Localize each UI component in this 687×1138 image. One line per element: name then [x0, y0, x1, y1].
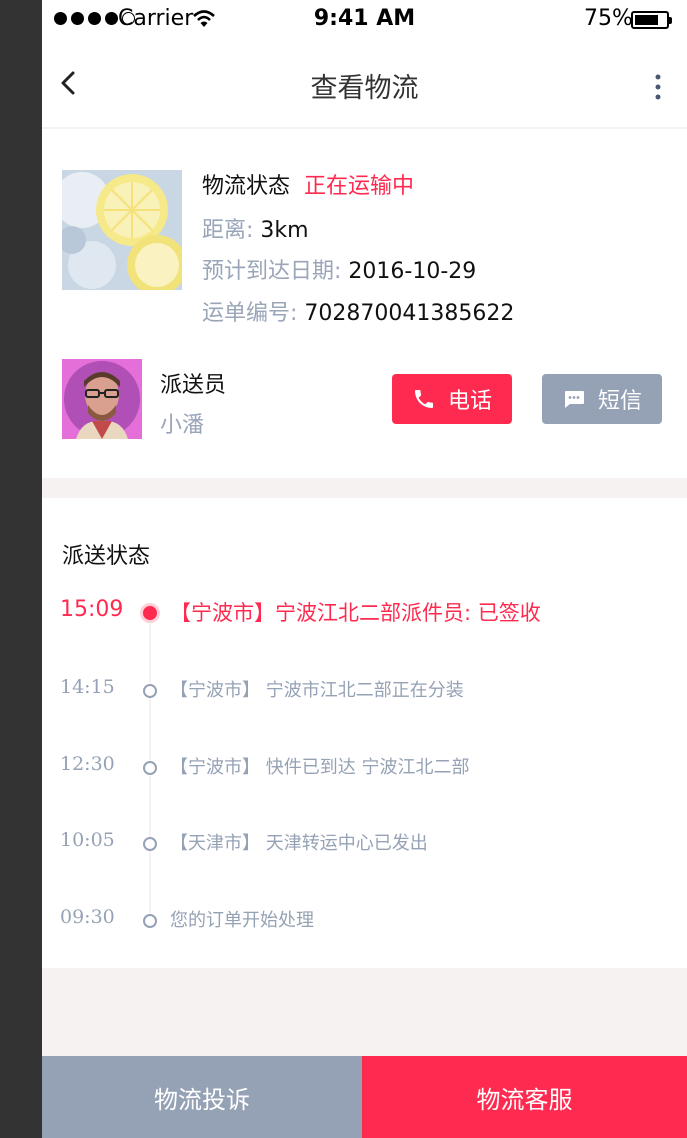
timeline-desc: 【宁波市】 快件已到达 宁波江北二部: [170, 757, 470, 778]
eta-label: 预计到达日期:: [202, 259, 342, 284]
logistics-status-value: 正在运输中: [304, 174, 415, 199]
logistics-status-label: 物流状态: [202, 174, 291, 199]
timeline-item: 12:30 【宁波市】 快件已到达 宁波江北二部: [42, 753, 687, 783]
timeline-dot: [143, 837, 157, 851]
status-bar: Carrier 9:41 AM 75%: [42, 0, 687, 40]
timeline-title: 派送状态: [62, 544, 151, 569]
timeline-desc: 【天津市】 天津转运中心已发出: [170, 833, 428, 854]
service-label: 物流客服: [476, 1085, 573, 1114]
timeline-item: 10:05 【天津市】 天津转运中心已发出: [42, 829, 687, 859]
package-image: [62, 170, 182, 290]
battery-icon: [631, 11, 672, 29]
timeline-time: 09:30: [60, 906, 115, 928]
courier-name: 小潘: [160, 413, 205, 438]
timeline-item: 15:09 【宁波市】宁波江北二部派件员: 已签收: [42, 597, 687, 629]
timeline-desc: 【宁波市】 宁波市江北二部正在分装: [170, 680, 464, 701]
eta-line: 预计到达日期: 2016-10-29: [202, 253, 476, 285]
logistics-complaint-button[interactable]: 物流投诉: [42, 1056, 362, 1138]
waybill-line: 运单编号: 702870041385622: [202, 295, 514, 327]
delivery-timeline-card: 派送状态 15:09 【宁波市】宁波江北二部派件员: 已签收 14:15 【宁波…: [42, 498, 687, 968]
timeline-dot: [143, 914, 157, 928]
distance-value: 3km: [260, 218, 309, 243]
page-title: 查看物流: [310, 73, 419, 104]
complaint-label: 物流投诉: [154, 1085, 250, 1114]
timeline-time: 12:30: [60, 753, 115, 775]
timeline-time: 14:15: [60, 676, 115, 698]
logistics-status-line: 物流状态 正在运输中: [202, 168, 414, 200]
timeline-item: 14:15 【宁波市】 宁波市江北二部正在分装: [42, 676, 687, 706]
timeline-dot: [143, 761, 157, 775]
timeline-dot: [140, 603, 160, 623]
waybill-value: 702870041385622: [304, 301, 515, 326]
courier-avatar: [62, 359, 142, 439]
timeline-item: 09:30 您的订单开始处理: [42, 906, 687, 936]
call-button[interactable]: 电话: [392, 374, 512, 424]
timeline-time: 10:05: [60, 829, 115, 851]
eta-value: 2016-10-29: [348, 259, 477, 284]
more-vertical-icon[interactable]: [650, 74, 666, 100]
distance-label: 距离:: [202, 218, 254, 243]
sms-button-label: 短信: [597, 389, 642, 414]
distance-line: 距离: 3km: [202, 212, 309, 244]
sms-button[interactable]: 短信: [542, 374, 662, 424]
phone-screen: Carrier 9:41 AM 75% 查看物流 物流状态 正在运输中 距离: …: [42, 0, 687, 1138]
navigation-bar: 查看物流: [42, 40, 687, 128]
courier-title: 派送员: [160, 373, 227, 398]
battery-percent: 75%: [584, 6, 633, 31]
waybill-label: 运单编号:: [202, 301, 298, 326]
package-info-card: 物流状态 正在运输中 距离: 3km 预计到达日期: 2016-10-29 运单编…: [42, 129, 687, 478]
message-icon: [564, 391, 584, 408]
call-button-label: 电话: [447, 389, 492, 414]
timeline-time: 15:09: [60, 597, 124, 622]
timeline-desc: 您的订单开始处理: [170, 910, 314, 931]
timeline-desc: 【宁波市】宁波江北二部派件员: 已签收: [170, 601, 541, 625]
timeline-dot: [143, 684, 157, 698]
logistics-service-button[interactable]: 物流客服: [362, 1056, 687, 1138]
phone-icon: [414, 390, 433, 408]
